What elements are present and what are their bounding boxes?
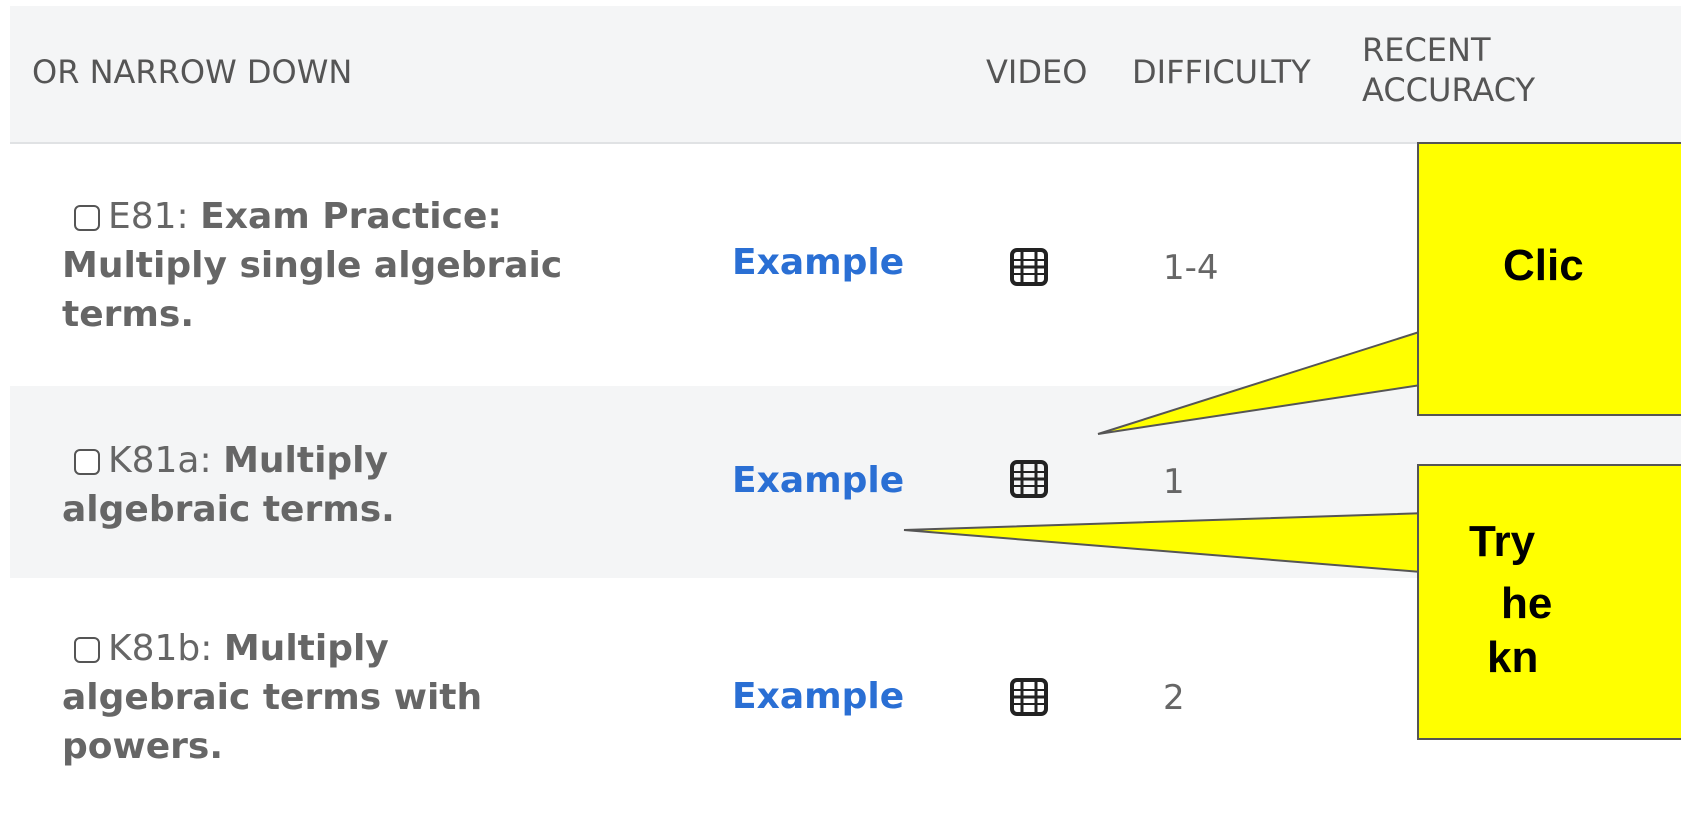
annotation-callout-2: Try he kn bbox=[1417, 464, 1681, 740]
callout-text: Clic bbox=[1503, 241, 1584, 290]
callout-text-line: he bbox=[1501, 579, 1553, 628]
annotation-callout-1: Clic bbox=[1417, 142, 1681, 416]
callout-text-line: kn bbox=[1487, 633, 1539, 682]
callout-text-line: Try bbox=[1469, 517, 1536, 566]
